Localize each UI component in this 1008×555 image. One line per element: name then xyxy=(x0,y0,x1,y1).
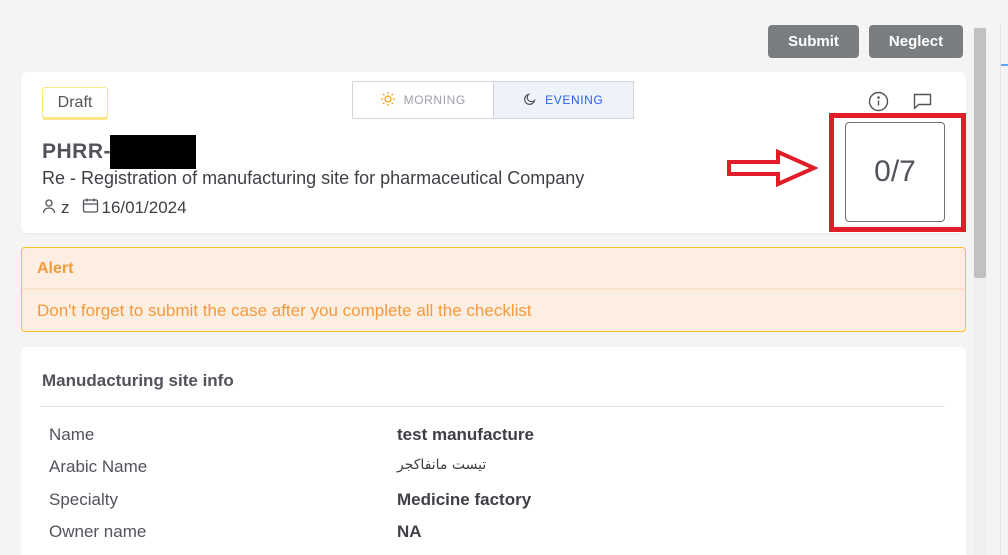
top-actions: Submit Neglect xyxy=(768,25,963,58)
shift-morning-option[interactable]: MORNING xyxy=(353,82,493,118)
pointer-arrow-annotation xyxy=(727,148,818,188)
neglect-button[interactable]: Neglect xyxy=(869,25,963,58)
case-code: PHRR- xyxy=(42,135,196,169)
moon-icon xyxy=(523,92,537,109)
highlight-annotation-box xyxy=(829,113,966,232)
info-value: NA xyxy=(397,522,422,541)
info-label: Owner name xyxy=(49,522,147,541)
shift-toggle: MORNING EVENING xyxy=(352,81,634,119)
case-header-card: Draft MORNING EVENING PHRR- Re - Registr… xyxy=(21,72,966,233)
shift-evening-label: EVENING xyxy=(545,93,604,107)
case-date: 16/01/2024 xyxy=(101,198,187,217)
info-value: test manufacture xyxy=(397,425,534,444)
info-value: تيست مانفاكجر xyxy=(397,457,487,473)
info-label: Specialty xyxy=(49,490,118,509)
status-badge: Draft xyxy=(42,87,108,118)
right-panel-tab-indicator xyxy=(1001,64,1008,66)
redacted-block xyxy=(110,135,196,169)
alert-title: Alert xyxy=(37,260,74,277)
assignee-name: z xyxy=(61,198,70,217)
site-info-divider xyxy=(40,406,945,407)
alert-banner: Alert Don't forget to submit the case af… xyxy=(21,247,966,332)
right-panel-edge xyxy=(1000,25,1001,555)
info-row-arabic-name: Arabic Name تيست مانفاكجر xyxy=(49,457,949,477)
info-value: Medicine factory xyxy=(397,490,532,509)
sun-icon xyxy=(380,91,396,110)
info-row-owner-name: Owner name NA xyxy=(49,522,949,542)
user-icon xyxy=(42,198,58,219)
case-title: Re - Registration of manufacturing site … xyxy=(42,168,585,188)
alert-message: Don't forget to submit the case after yo… xyxy=(37,301,532,320)
info-label: Arabic Name xyxy=(49,457,148,476)
info-row-name: Name test manufacture xyxy=(49,425,949,445)
case-code-prefix: PHRR- xyxy=(42,140,111,163)
site-info-title: Manudacturing site info xyxy=(42,371,234,390)
shift-morning-label: MORNING xyxy=(403,93,466,107)
site-info-card: Manudacturing site info Name test manufa… xyxy=(21,347,966,555)
submit-button[interactable]: Submit xyxy=(768,25,859,58)
scrollbar-thumb[interactable] xyxy=(974,28,986,278)
info-row-specialty: Specialty Medicine factory xyxy=(49,490,949,510)
alert-divider xyxy=(22,288,965,290)
shift-evening-option[interactable]: EVENING xyxy=(492,82,633,118)
case-meta: z 16/01/2024 xyxy=(42,197,199,219)
calendar-icon xyxy=(82,197,99,219)
info-label: Name xyxy=(49,425,95,444)
